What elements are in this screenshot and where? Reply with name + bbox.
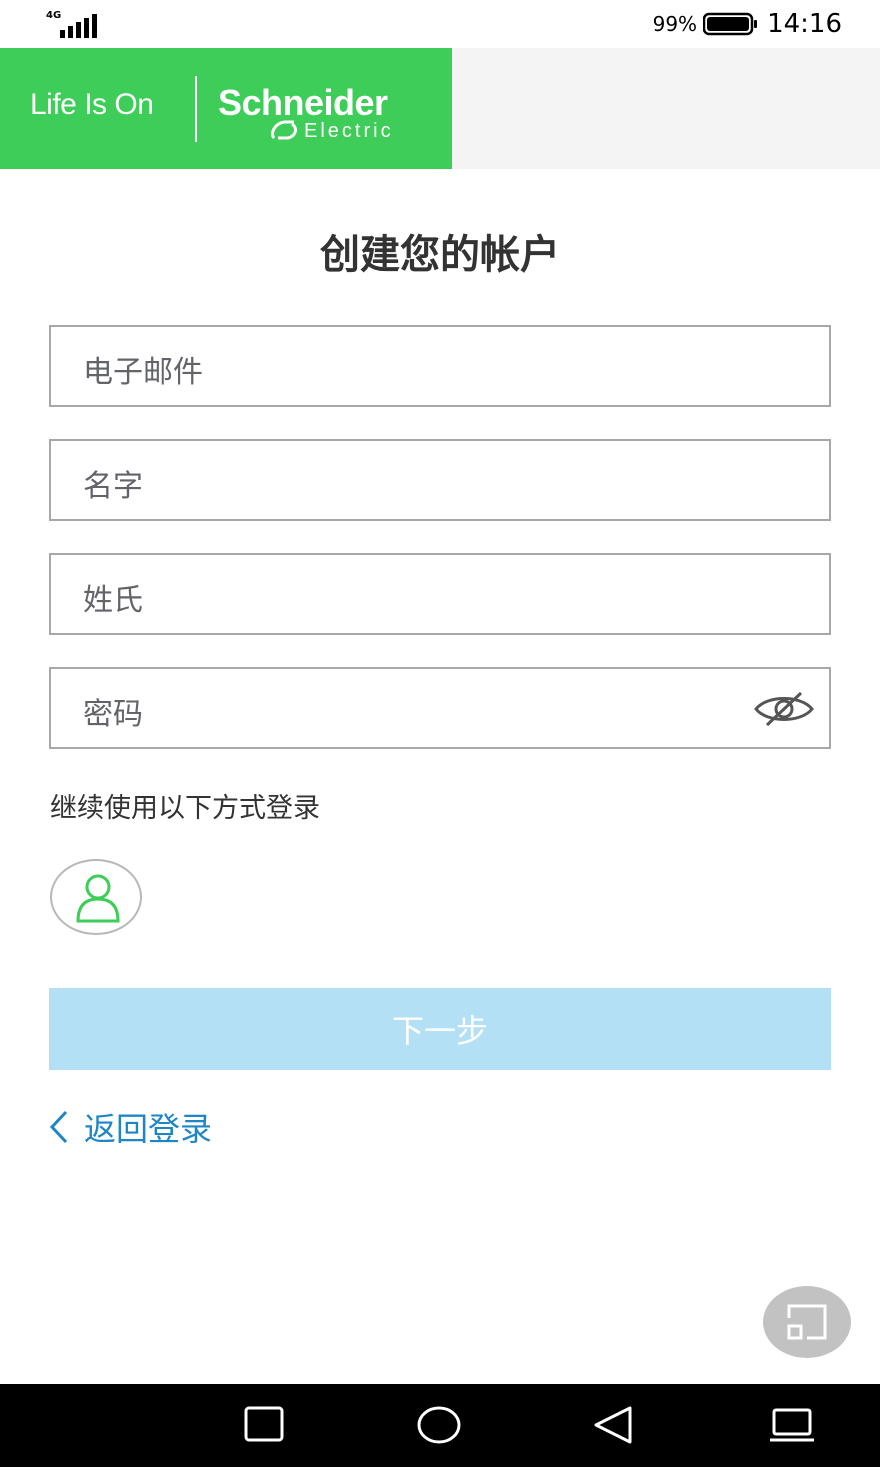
continue-with-label: 继续使用以下方式登录 [50, 793, 320, 824]
back-to-login-label: 返回登录 [84, 1110, 213, 1148]
status-bar: 4G 99% 14:16 [0, 0, 880, 48]
email-field[interactable]: 电子邮件 [49, 325, 831, 407]
last-name-placeholder: 姓氏 [83, 583, 143, 618]
user-account-icon [76, 874, 120, 923]
email-placeholder: 电子邮件 [83, 355, 203, 390]
brand-logo: Life Is On Schneider Electric [0, 48, 452, 169]
floating-window-button[interactable] [763, 1286, 851, 1358]
page-title: 创建您的帐户 [320, 232, 560, 278]
network-type: 4G [46, 10, 62, 21]
system-nav-bar [0, 1384, 880, 1467]
brand-mark-icon [270, 120, 297, 140]
password-placeholder: 密码 [83, 697, 143, 732]
brand-subtitle: Electric [304, 120, 394, 142]
first-name-placeholder: 名字 [83, 469, 143, 504]
battery-icon [703, 12, 758, 36]
signal-bars-icon [60, 14, 97, 38]
social-login-button[interactable] [50, 859, 142, 935]
square-icon[interactable] [243, 1404, 285, 1446]
first-name-field[interactable]: 名字 [49, 439, 831, 521]
header-banner: Life Is On Schneider Electric [0, 48, 880, 169]
brand-name: Schneider [218, 82, 388, 123]
circle-icon[interactable] [416, 1404, 462, 1446]
last-name-field[interactable]: 姓氏 [49, 553, 831, 635]
password-field[interactable]: 密码 [49, 667, 831, 749]
laptop-icon[interactable] [768, 1404, 816, 1446]
next-button[interactable]: 下一步 [49, 988, 831, 1070]
triangle-back-icon[interactable] [592, 1404, 634, 1446]
brand-divider [195, 76, 197, 142]
chevron-left-icon [49, 1110, 68, 1144]
tagline: Life Is On [30, 88, 154, 121]
clock: 14:16 [767, 9, 842, 39]
back-to-login-link[interactable]: 返回登录 [48, 1104, 212, 1150]
picture-in-picture-icon [787, 1304, 827, 1340]
signal-indicator: 4G [46, 10, 106, 40]
battery-percent: 99% [652, 12, 698, 36]
eye-slash-icon[interactable] [753, 689, 815, 729]
